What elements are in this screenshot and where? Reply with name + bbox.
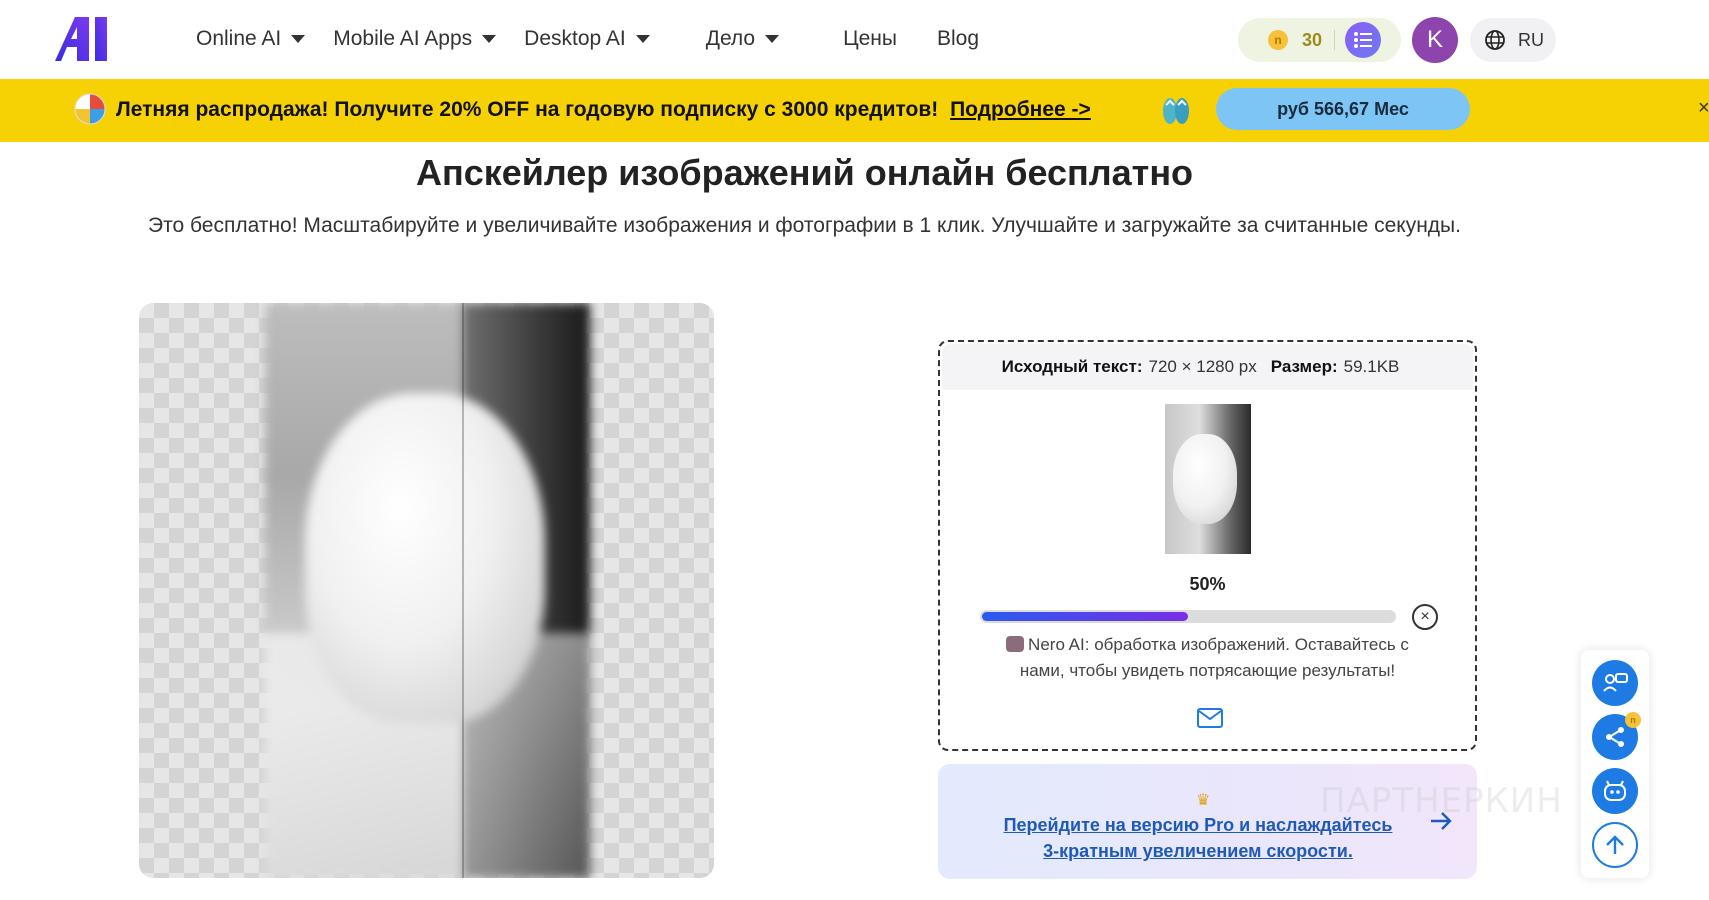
caret-down-icon: [291, 35, 306, 43]
cat-photo: [265, 303, 590, 878]
nav-desktop-ai[interactable]: Desktop AI: [524, 27, 650, 51]
size-label: Размер:: [1270, 357, 1338, 376]
close-icon[interactable]: ×: [1698, 97, 1709, 120]
page-subtitle: Это бесплатно! Масштабируйте и увеличива…: [148, 214, 1461, 237]
progress-fill: [982, 612, 1188, 621]
feedback-icon[interactable]: [1592, 660, 1638, 706]
nav-blog-link[interactable]: Blog: [937, 27, 979, 51]
processing-text: Nero AI: обработка изображений. Оставайт…: [1019, 635, 1409, 680]
price-button[interactable]: руб 566,67 Мес: [1216, 88, 1470, 130]
nav-label: Online AI: [196, 27, 282, 50]
top-header: Online AI Mobile AI Apps Desktop AI Дело…: [0, 0, 1709, 78]
nav-label: Desktop AI: [524, 27, 626, 50]
source-label: Исходный текст:: [1001, 357, 1143, 376]
page-title: Апскейлер изображений онлайн бесплатно: [415, 152, 1194, 193]
coin-badge: n: [1625, 712, 1641, 728]
nav-label: Дело: [705, 27, 756, 50]
upload-card: Исходный текст: 720 × 1280 px Размер: 59…: [938, 340, 1477, 751]
mail-icon[interactable]: [1197, 708, 1223, 728]
nav-pricing-link[interactable]: Цены: [843, 27, 897, 51]
caret-down-icon: [482, 35, 497, 43]
nav-label: Mobile AI Apps: [333, 27, 473, 50]
flip-flops-icon: [1163, 98, 1189, 124]
divider: [1334, 30, 1336, 50]
before-after-preview[interactable]: [139, 303, 714, 878]
robot-icon[interactable]: [1592, 768, 1638, 814]
globe-icon: [1485, 30, 1505, 50]
source-value: 720 × 1280 px: [1148, 357, 1257, 376]
nav-mobile-ai-apps[interactable]: Mobile AI Apps: [333, 27, 497, 51]
size-value: 59.1KB: [1343, 357, 1400, 376]
watermark-text: ПАРТНЕРКИН: [1320, 781, 1563, 821]
language-label: RU: [1518, 29, 1544, 50]
progress-percent: 50%: [1189, 574, 1226, 594]
arrow-up-icon[interactable]: [1592, 822, 1638, 868]
close-circle-icon[interactable]: ×: [1412, 604, 1438, 630]
banner-message: Летняя распродажа! Получите 20% OFF на г…: [116, 98, 939, 121]
processing-message: Nero AI: обработка изображений. Оставайт…: [1000, 632, 1415, 684]
nav-online-ai[interactable]: Online AI: [196, 27, 306, 51]
caret-down-icon: [635, 35, 650, 43]
main-nav: Online AI Mobile AI Apps Desktop AI Дело…: [196, 0, 1019, 78]
robot-icon: [1006, 636, 1025, 652]
language-switcher[interactable]: RU: [1470, 18, 1556, 62]
compare-divider[interactable]: [462, 303, 464, 878]
user-avatar[interactable]: K: [1412, 17, 1458, 63]
banner-text: Летняя распродажа! Получите 20% OFF на г…: [116, 98, 1091, 122]
coin-icon: n: [1268, 30, 1288, 50]
crown-icon: ♛: [1196, 792, 1211, 809]
logo-icon[interactable]: [55, 17, 119, 61]
nav-business[interactable]: Дело: [705, 27, 780, 51]
credits-pill[interactable]: n 30: [1238, 18, 1401, 62]
image-thumbnail: [1165, 404, 1251, 554]
beach-ball-icon: [74, 93, 106, 125]
credit-count: 30: [1302, 29, 1323, 50]
promo-banner: Летняя распродажа! Получите 20% OFF на г…: [0, 79, 1709, 142]
image-info: Исходный текст: 720 × 1280 px Размер: 59…: [942, 344, 1473, 390]
banner-details-link[interactable]: Подробнее ->: [950, 98, 1091, 121]
progress-bar: [980, 610, 1396, 623]
caret-down-icon: [765, 35, 780, 43]
task-list-icon[interactable]: [1345, 22, 1382, 58]
floating-toolbar: n: [1581, 650, 1649, 878]
